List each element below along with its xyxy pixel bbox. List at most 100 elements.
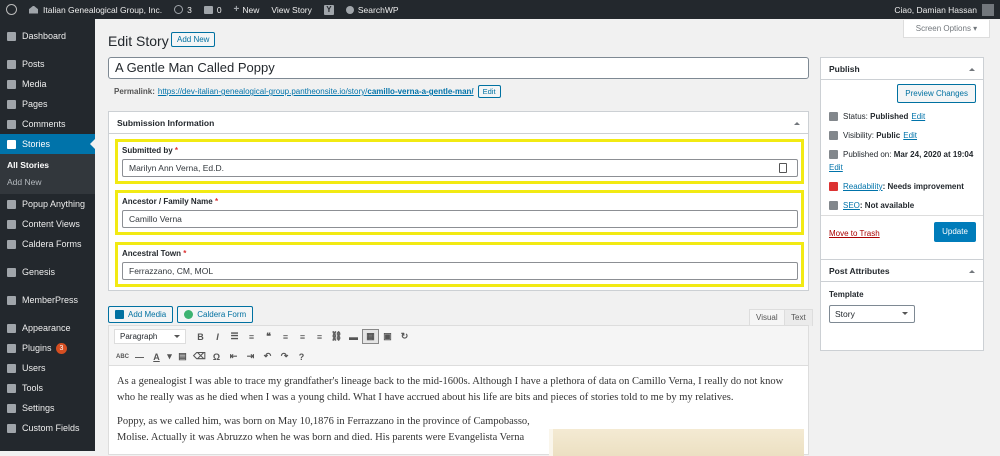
text-color-icon[interactable]: A — [148, 349, 165, 364]
edit-visibility-link[interactable]: Edit — [903, 131, 917, 140]
help-icon[interactable]: ? — [293, 349, 310, 364]
preview-changes-button[interactable]: Preview Changes — [897, 84, 976, 103]
updates-link[interactable]: 3 — [168, 0, 198, 19]
align-right-icon[interactable]: ≡ — [311, 329, 328, 344]
sidebar-item-plugins[interactable]: Plugins 3 — [0, 338, 95, 358]
wordpress-icon — [6, 4, 17, 15]
page-icon — [7, 99, 16, 109]
caldera-icon — [184, 310, 194, 319]
link-icon[interactable]: ⛓ — [328, 329, 345, 344]
bold-icon[interactable]: B — [192, 329, 209, 344]
new-content-link[interactable]: + New — [228, 0, 266, 19]
tab-visual[interactable]: Visual — [749, 309, 785, 326]
yoast-menu[interactable]: Y — [318, 0, 340, 19]
seo-link[interactable]: SEO — [843, 201, 860, 210]
ancestral-town-field: Ancestral Town * Ferrazzano, CM, MOL — [115, 242, 804, 287]
collapse-arrow-icon[interactable] — [969, 267, 975, 273]
account-menu[interactable]: Ciao, Damian Hassan — [894, 3, 1000, 16]
site-name-link[interactable]: Italian Genealogical Group, Inc. — [23, 0, 168, 19]
admin-sidebar: Dashboard Posts Media Pages Comments Sto… — [0, 19, 95, 451]
post-attributes-heading[interactable]: Post Attributes — [821, 260, 983, 282]
sidebar-item-dashboard[interactable]: Dashboard — [0, 26, 95, 46]
numbered-list-icon[interactable]: ≡ — [243, 329, 260, 344]
screen-options-button[interactable]: Screen Options ▾ — [903, 20, 990, 38]
align-left-icon[interactable]: ≡ — [277, 329, 294, 344]
special-character-icon[interactable]: Ω — [208, 349, 225, 364]
post-title-input[interactable]: A Gentle Man Called Poppy — [108, 57, 809, 79]
readability-link[interactable]: Readability — [843, 182, 883, 191]
submenu-add-new[interactable]: Add New — [0, 174, 95, 191]
edit-status-link[interactable]: Edit — [911, 112, 925, 121]
refresh-icon[interactable]: ↻ — [396, 329, 413, 344]
collapse-arrow-icon[interactable] — [969, 65, 975, 71]
permalink-link[interactable]: https://dev-italian-genealogical-group.p… — [158, 87, 474, 96]
eye-icon — [829, 131, 838, 140]
edit-date-link[interactable]: Edit — [829, 163, 843, 172]
ancestral-town-input[interactable]: Ferrazzano, CM, MOL — [122, 262, 798, 280]
updates-icon — [174, 5, 184, 14]
caldera-icon — [7, 239, 16, 249]
bullet-list-icon[interactable]: ☰ — [226, 329, 243, 344]
clear-formatting-icon[interactable]: ⌫ — [191, 349, 208, 364]
align-center-icon[interactable]: ≡ — [294, 329, 311, 344]
paragraph: As a genealogist I was able to trace my … — [117, 376, 784, 403]
insert-image-icon[interactable]: ▣ — [379, 329, 396, 344]
wp-logo-menu[interactable] — [0, 0, 23, 19]
toolbar-toggle-icon[interactable]: ▦ — [362, 329, 379, 344]
template-select[interactable]: Story — [829, 305, 915, 323]
caldera-form-button[interactable]: Caldera Form — [177, 306, 254, 323]
paste-text-icon[interactable]: ▤ — [174, 349, 191, 364]
undo-icon[interactable]: ↶ — [259, 349, 276, 364]
sidebar-item-stories[interactable]: Stories — [0, 134, 95, 154]
comment-icon — [203, 5, 213, 14]
submenu-all-stories[interactable]: All Stories — [0, 157, 95, 174]
add-new-button[interactable]: Add New — [171, 32, 216, 47]
view-story-link[interactable]: View Story — [265, 0, 317, 19]
sidebar-item-settings[interactable]: Settings — [0, 398, 95, 418]
sidebar-item-users[interactable]: Users — [0, 358, 95, 378]
italic-icon[interactable]: I — [209, 329, 226, 344]
move-to-trash-link[interactable]: Move to Trash — [829, 229, 880, 238]
strikethrough-icon[interactable]: ABC — [114, 349, 131, 364]
format-select[interactable]: Paragraph — [114, 329, 186, 344]
chevron-down-icon[interactable]: ▾ — [165, 349, 174, 364]
sidebar-item-comments[interactable]: Comments — [0, 114, 95, 134]
update-button[interactable]: Update — [934, 222, 976, 242]
sidebar-item-posts[interactable]: Posts — [0, 54, 95, 74]
submission-info-heading[interactable]: Submission Information — [109, 112, 808, 134]
contact-card-icon[interactable] — [779, 163, 787, 173]
comments-link[interactable]: 0 — [198, 0, 228, 19]
plugin-icon — [7, 343, 16, 353]
sidebar-item-caldera-forms[interactable]: Caldera Forms — [0, 234, 95, 254]
template-label: Template — [829, 290, 864, 299]
searchwp-menu[interactable]: SearchWP — [340, 0, 405, 19]
redo-icon[interactable]: ↷ — [276, 349, 293, 364]
edit-permalink-button[interactable]: Edit — [477, 85, 501, 98]
plus-icon: + — [233, 4, 240, 15]
outdent-icon[interactable]: ⇤ — [225, 349, 242, 364]
collapse-arrow-icon[interactable] — [794, 119, 800, 125]
submitted-by-input[interactable]: Marilyn Ann Verna, Ed.D. — [122, 159, 798, 177]
sidebar-item-pages[interactable]: Pages — [0, 94, 95, 114]
sidebar-item-genesis[interactable]: Genesis — [0, 262, 95, 282]
visibility-row: Visibility: Public Edit — [829, 129, 983, 142]
blockquote-icon[interactable]: ❝ — [260, 329, 277, 344]
sidebar-item-tools[interactable]: Tools — [0, 378, 95, 398]
read-more-icon[interactable]: ▬ — [345, 329, 362, 344]
indent-icon[interactable]: ⇥ — [242, 349, 259, 364]
sidebar-item-media[interactable]: Media — [0, 74, 95, 94]
sidebar-item-popup-anything[interactable]: Popup Anything — [0, 194, 95, 214]
calendar-icon — [829, 150, 838, 159]
horizontal-line-icon[interactable]: — — [131, 349, 148, 364]
dashboard-icon — [7, 31, 16, 41]
add-media-button[interactable]: Add Media — [108, 306, 174, 323]
pin-icon — [829, 112, 838, 121]
sidebar-item-custom-fields[interactable]: Custom Fields — [0, 418, 95, 438]
publish-heading[interactable]: Publish — [821, 58, 983, 80]
sidebar-item-content-views[interactable]: Content Views — [0, 214, 95, 234]
story-photo[interactable] — [549, 429, 804, 456]
tab-text[interactable]: Text — [784, 309, 813, 326]
sidebar-item-memberpress[interactable]: MemberPress — [0, 290, 95, 310]
sidebar-item-appearance[interactable]: Appearance — [0, 318, 95, 338]
ancestor-family-name-input[interactable]: Camillo Verna — [122, 210, 798, 228]
